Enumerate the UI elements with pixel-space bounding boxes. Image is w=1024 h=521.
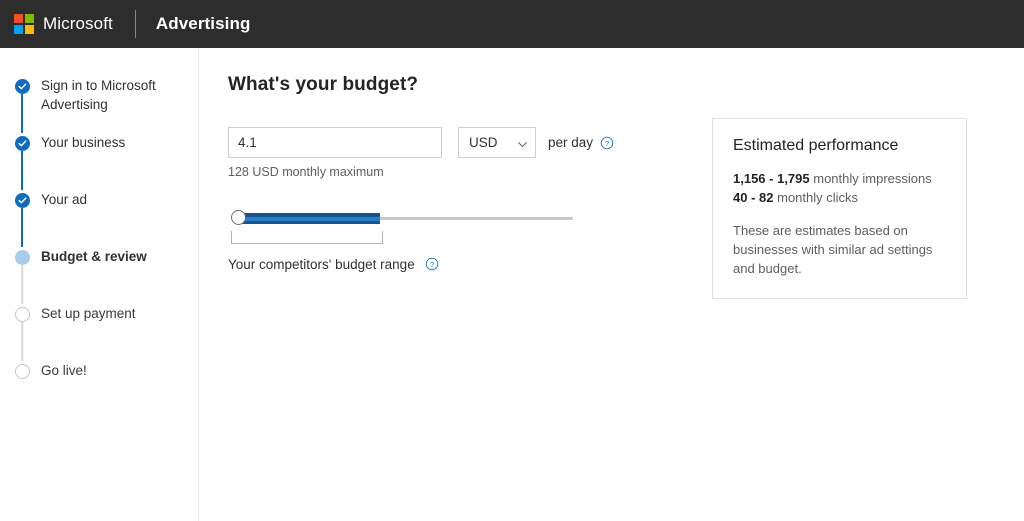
currency-select-value: USD bbox=[469, 135, 498, 150]
check-icon bbox=[17, 197, 26, 204]
estimate-clicks-row: 40 - 82 monthly clicks bbox=[733, 188, 946, 207]
estimated-performance-card: Estimated performance 1,156 - 1,795 mont… bbox=[712, 118, 967, 299]
svg-text:?: ? bbox=[430, 260, 434, 269]
estimate-card-title: Estimated performance bbox=[733, 137, 899, 154]
budget-slider[interactable] bbox=[228, 209, 573, 244]
logo-square-blue bbox=[14, 25, 23, 34]
sidebar-item-go-live[interactable]: Go live! bbox=[14, 361, 198, 381]
sidebar-item-label: Your ad bbox=[41, 192, 88, 207]
svg-text:?: ? bbox=[605, 138, 609, 147]
microsoft-wordmark: Microsoft bbox=[43, 14, 113, 33]
slider-thumb[interactable] bbox=[231, 210, 246, 225]
currency-select[interactable]: USD bbox=[458, 127, 536, 158]
header-divider bbox=[134, 10, 136, 38]
step-connector bbox=[21, 208, 23, 247]
step-marker bbox=[14, 247, 30, 304]
sidebar-item-set-up-payment[interactable]: Set up payment bbox=[14, 304, 198, 361]
check-icon bbox=[17, 140, 26, 147]
sidebar-item-your-ad[interactable]: Your ad bbox=[14, 190, 198, 247]
step-connector bbox=[21, 94, 23, 133]
microsoft-logo-group[interactable]: Microsoft bbox=[14, 14, 113, 34]
sidebar-item-label: Sign in to Microsoft Advertising bbox=[41, 78, 156, 112]
sidebar-item-label: Set up payment bbox=[41, 306, 136, 321]
estimate-impressions-value: 1,156 - 1,795 bbox=[733, 171, 810, 186]
sidebar-item-label: Your business bbox=[41, 135, 126, 150]
sidebar-item-budget-review[interactable]: Budget & review bbox=[14, 247, 198, 304]
step-status-pending-icon bbox=[14, 364, 30, 379]
step-status-complete-icon bbox=[14, 136, 30, 151]
budget-amount-input[interactable] bbox=[228, 127, 442, 158]
step-marker bbox=[14, 304, 30, 361]
sidebar-item-your-business[interactable]: Your business bbox=[14, 133, 198, 190]
estimate-clicks-value: 40 - 82 bbox=[733, 190, 774, 205]
step-connector bbox=[21, 265, 23, 304]
help-circle-icon-competitors[interactable]: ? bbox=[425, 257, 439, 271]
estimate-impressions-row: 1,156 - 1,795 monthly impressions bbox=[733, 169, 946, 188]
step-status-current-icon bbox=[14, 250, 30, 265]
step-marker bbox=[14, 133, 30, 190]
slider-track-filled-highlight bbox=[238, 216, 380, 221]
check-icon bbox=[17, 83, 26, 90]
sidebar-item-sign-in[interactable]: Sign in to Microsoft Advertising bbox=[14, 76, 198, 133]
estimate-card-note: These are estimates based on businesses … bbox=[733, 223, 933, 276]
onboarding-sidebar: Sign in to Microsoft Advertising Your bu… bbox=[0, 48, 199, 521]
step-status-complete-icon bbox=[14, 79, 30, 94]
microsoft-logo-icon bbox=[14, 14, 34, 34]
help-circle-icon-budget[interactable]: ? bbox=[600, 136, 614, 150]
logo-square-red bbox=[14, 14, 23, 23]
step-marker bbox=[14, 76, 30, 133]
estimate-impressions-label: monthly impressions bbox=[813, 171, 932, 186]
app-header: Microsoft Advertising bbox=[0, 0, 1024, 48]
chevron-down-icon bbox=[517, 138, 527, 148]
competitors-range-bracket bbox=[231, 231, 383, 244]
step-connector bbox=[21, 151, 23, 190]
sidebar-item-label: Budget & review bbox=[41, 249, 147, 264]
competitors-range-label: Your competitors' budget range bbox=[228, 257, 415, 272]
logo-square-yellow bbox=[25, 25, 34, 34]
logo-square-green bbox=[25, 14, 34, 23]
per-day-label: per day bbox=[548, 135, 594, 150]
step-marker bbox=[14, 190, 30, 247]
step-marker bbox=[14, 361, 30, 379]
page-title: What's your budget? bbox=[228, 74, 419, 95]
sidebar-item-label: Go live! bbox=[41, 363, 87, 378]
estimate-clicks-label: monthly clicks bbox=[777, 190, 859, 205]
step-status-pending-icon bbox=[14, 307, 30, 322]
app-name-label: Advertising bbox=[155, 14, 251, 33]
step-list: Sign in to Microsoft Advertising Your bu… bbox=[0, 76, 198, 381]
step-connector bbox=[21, 322, 23, 361]
step-status-complete-icon bbox=[14, 193, 30, 208]
